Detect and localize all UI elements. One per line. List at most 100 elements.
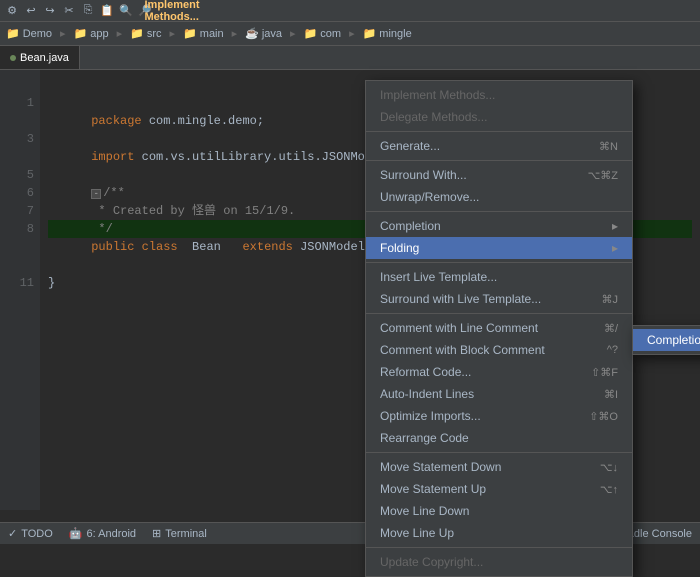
gutter-line bbox=[0, 112, 34, 130]
nav-demo[interactable]: 📁 Demo bbox=[6, 27, 52, 40]
menu-item-move-line-up[interactable]: Move Line Up bbox=[366, 522, 632, 544]
toolbar-icon-5[interactable]: ⎘ bbox=[80, 3, 96, 19]
menu-item-line-comment[interactable]: Comment with Line Comment ⌘/ bbox=[366, 317, 632, 339]
toolbar-icon-1[interactable]: ⚙ bbox=[4, 3, 20, 19]
menu-item-implement[interactable]: Implement Methods... bbox=[366, 84, 632, 106]
menu-label-generate: Generate... bbox=[380, 139, 579, 153]
menu-label-folding: Folding bbox=[380, 241, 608, 255]
menu-label-move-line-up: Move Line Up bbox=[380, 526, 618, 540]
menu-sep-5 bbox=[366, 313, 632, 314]
menu-sep-4 bbox=[366, 262, 632, 263]
nav-bar: 📁 Demo ▸ 📁 app ▸ 📁 src ▸ 📁 main ▸ ☕ java… bbox=[0, 22, 700, 46]
gutter-line: 3 bbox=[0, 130, 34, 148]
folding-arrow-icon: ▸ bbox=[612, 241, 618, 255]
line-numbers: 1 3 5 6 7 8 11 bbox=[0, 70, 40, 510]
menu-shortcut-auto-indent: ⌘I bbox=[604, 388, 618, 401]
menu-shortcut-surround: ⌥⌘Z bbox=[588, 169, 618, 182]
menu-shortcut-generate: ⌘N bbox=[599, 140, 618, 153]
gutter-line bbox=[0, 148, 34, 166]
toolbar-icon-2[interactable]: ↩ bbox=[23, 3, 39, 19]
status-android[interactable]: 🤖 6: Android bbox=[69, 527, 136, 540]
tab-label: Bean.java bbox=[20, 52, 69, 64]
nav-sep-3: ▸ bbox=[170, 27, 176, 40]
status-terminal[interactable]: ⊞ Terminal bbox=[152, 527, 207, 540]
menu-label-reformat: Reformat Code... bbox=[380, 365, 571, 379]
nav-app[interactable]: 📁 app bbox=[74, 27, 109, 40]
menu-shortcut-reformat: ⇧⌘F bbox=[591, 366, 618, 379]
menu-label-block-comment: Comment with Block Comment bbox=[380, 343, 587, 357]
menu-item-move-up[interactable]: Move Statement Up ⌥↑ bbox=[366, 478, 632, 500]
menu-item-surround-live[interactable]: Surround with Live Template... ⌘J bbox=[366, 288, 632, 310]
nav-sep-6: ▸ bbox=[349, 27, 355, 40]
toolbar-icon-7[interactable]: 🔍 bbox=[118, 3, 134, 19]
menu-item-rearrange[interactable]: Rearrange Code bbox=[366, 427, 632, 449]
android-icon: 🤖 bbox=[69, 527, 83, 540]
menu-item-unwrap[interactable]: Unwrap/Remove... bbox=[366, 186, 632, 208]
toolbar-icons: ⚙ ↩ ↪ ✂ ⎘ 📋 🔍 🔎 Implement Methods... bbox=[4, 3, 180, 19]
menu-item-move-line-down[interactable]: Move Line Down bbox=[366, 500, 632, 522]
menu-label-auto-indent: Auto-Indent Lines bbox=[380, 387, 584, 401]
menu-label-move-line-down: Move Line Down bbox=[380, 504, 618, 518]
menu-label-implement: Implement Methods... bbox=[380, 88, 618, 102]
tab-bar: Bean.java bbox=[0, 46, 700, 70]
menu-item-folding[interactable]: Folding ▸ Completion Folding bbox=[366, 237, 632, 259]
menu-label-live-template: Insert Live Template... bbox=[380, 270, 618, 284]
cot-label: Implement Methods... bbox=[164, 3, 180, 19]
toolbar-icon-6[interactable]: 📋 bbox=[99, 3, 115, 19]
menu-item-surround[interactable]: Surround With... ⌥⌘Z bbox=[366, 164, 632, 186]
menu-label-move-up: Move Statement Up bbox=[380, 482, 580, 496]
top-toolbar: ⚙ ↩ ↪ ✂ ⎘ 📋 🔍 🔎 Implement Methods... bbox=[0, 0, 700, 22]
menu-item-optimize[interactable]: Optimize Imports... ⇧⌘O bbox=[366, 405, 632, 427]
status-todo[interactable]: ✓ TODO bbox=[8, 527, 53, 540]
gutter-line bbox=[0, 256, 34, 274]
gutter-line: 11 bbox=[0, 274, 34, 292]
menu-label-delegate: Delegate Methods... bbox=[380, 110, 618, 124]
terminal-icon: ⊞ bbox=[152, 527, 161, 540]
tab-bean-java[interactable]: Bean.java bbox=[0, 46, 80, 69]
toolbar-icon-3[interactable]: ↪ bbox=[42, 3, 58, 19]
menu-item-generate[interactable]: Generate... ⌘N bbox=[366, 135, 632, 157]
menu-label-surround: Surround With... bbox=[380, 168, 568, 182]
nav-main[interactable]: 📁 main bbox=[183, 27, 224, 40]
menu-shortcut-block-comment: ^? bbox=[607, 344, 618, 356]
nav-src[interactable]: 📁 src bbox=[130, 27, 161, 40]
context-menu: Implement Methods... Delegate Methods...… bbox=[365, 80, 633, 577]
menu-item-copyright[interactable]: Update Copyright... bbox=[366, 551, 632, 573]
menu-item-reformat[interactable]: Reformat Code... ⇧⌘F bbox=[366, 361, 632, 383]
gutter-line: 6 bbox=[0, 184, 34, 202]
todo-icon: ✓ bbox=[8, 527, 17, 540]
menu-item-move-down[interactable]: Move Statement Down ⌥↓ bbox=[366, 456, 632, 478]
gutter-line bbox=[0, 238, 34, 256]
menu-shortcut-optimize: ⇧⌘O bbox=[589, 410, 618, 423]
status-terminal-label: Terminal bbox=[165, 528, 207, 540]
menu-label-surround-live: Surround with Live Template... bbox=[380, 292, 582, 306]
menu-sep-2 bbox=[366, 160, 632, 161]
menu-item-auto-indent[interactable]: Auto-Indent Lines ⌘I bbox=[366, 383, 632, 405]
nav-sep-2: ▸ bbox=[117, 27, 123, 40]
folding-submenu: Completion Folding bbox=[632, 325, 700, 355]
menu-shortcut-move-up: ⌥↑ bbox=[600, 483, 618, 496]
menu-item-block-comment[interactable]: Comment with Block Comment ^? bbox=[366, 339, 632, 361]
menu-shortcut-surround-live: ⌘J bbox=[602, 293, 619, 306]
nav-java[interactable]: ☕ java bbox=[245, 27, 282, 40]
nav-com[interactable]: 📁 com bbox=[304, 27, 341, 40]
editor-area: 1 3 5 6 7 8 11 package com.mingle.demo; … bbox=[0, 70, 700, 510]
menu-item-live-template[interactable]: Insert Live Template... bbox=[366, 266, 632, 288]
menu-item-delegate[interactable]: Delegate Methods... bbox=[366, 106, 632, 128]
fold-icon-comment[interactable]: - bbox=[91, 189, 101, 199]
menu-sep-3 bbox=[366, 211, 632, 212]
gutter-line: 7 bbox=[0, 202, 34, 220]
menu-item-completion[interactable]: Completion ▸ bbox=[366, 215, 632, 237]
toolbar-icon-4[interactable]: ✂ bbox=[61, 3, 77, 19]
menu-shortcut-line-comment: ⌘/ bbox=[604, 322, 618, 335]
nav-mingle[interactable]: 📁 mingle bbox=[363, 27, 412, 40]
nav-sep-4: ▸ bbox=[232, 27, 238, 40]
submenu-label-completion-folding: Completion Folding bbox=[647, 333, 700, 347]
menu-label-copyright: Update Copyright... bbox=[380, 555, 618, 569]
menu-label-optimize: Optimize Imports... bbox=[380, 409, 569, 423]
completion-arrow-icon: ▸ bbox=[612, 219, 618, 233]
menu-label-completion: Completion bbox=[380, 219, 608, 233]
menu-label-move-down: Move Statement Down bbox=[380, 460, 580, 474]
menu-sep-6 bbox=[366, 452, 632, 453]
submenu-item-completion-folding[interactable]: Completion Folding bbox=[633, 329, 700, 351]
